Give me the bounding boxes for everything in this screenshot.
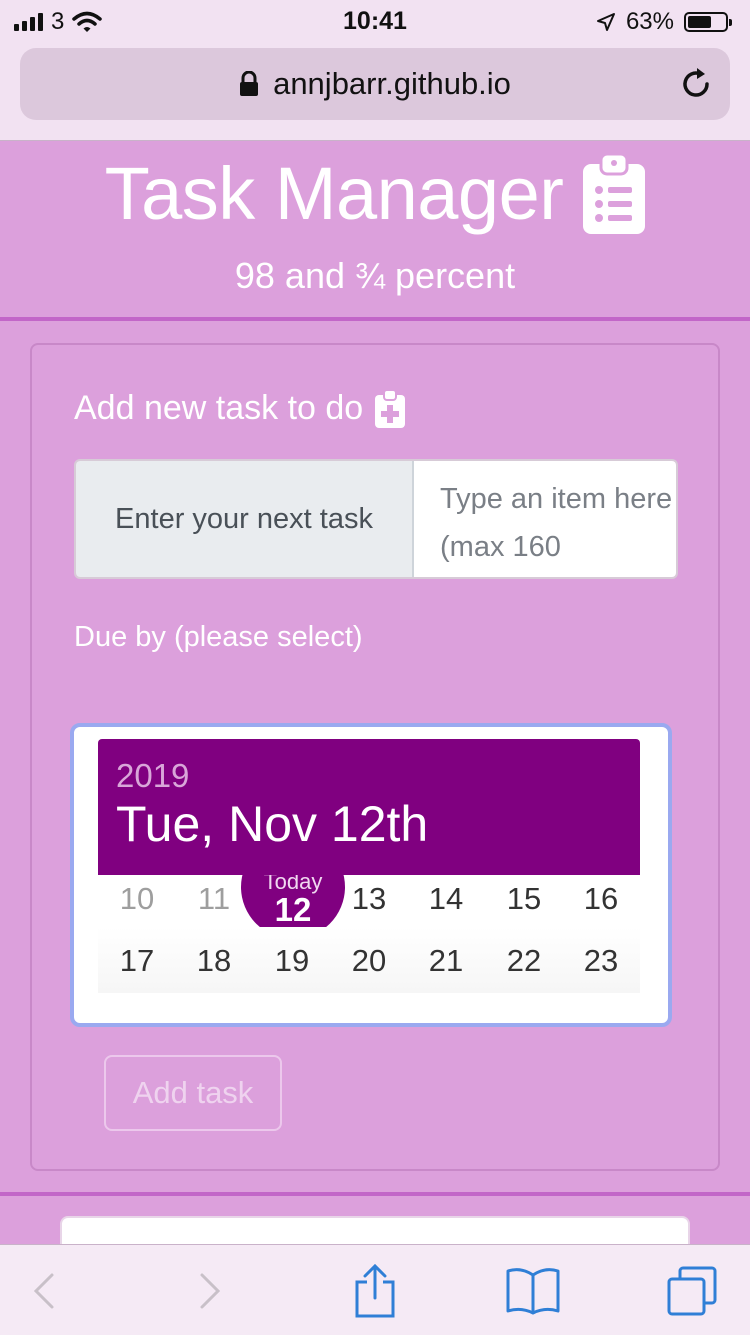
week-row: 10 11 Today 12 13 14 15 16: [98, 835, 640, 939]
page-title: Task Manager: [104, 152, 564, 235]
add-task-heading: Add new task to do: [74, 389, 406, 428]
date-picker-selected-date: Tue, Nov 12th: [116, 796, 429, 852]
day-cell[interactable]: 23: [562, 943, 640, 979]
date-picker[interactable]: 2019 Tue, Nov 12th 10 11 Today 12 13 14 …: [70, 723, 672, 1027]
day-cell[interactable]: 16: [562, 881, 640, 917]
bookmarks-button[interactable]: [503, 1263, 563, 1319]
page-subtitle: 98 and ¾ percent: [234, 255, 516, 296]
task-input-group: Enter your next task: [74, 459, 678, 579]
status-bar: 3 10:41 63%: [0, 0, 750, 40]
day-cell[interactable]: 14: [407, 881, 485, 917]
tabs-button[interactable]: [662, 1263, 722, 1319]
share-icon: [355, 1264, 395, 1318]
location-arrow-icon: [596, 13, 615, 31]
day-cell[interactable]: 17: [98, 943, 176, 979]
day-cell[interactable]: 20: [330, 943, 408, 979]
task-input[interactable]: [414, 461, 676, 577]
browser-address-area: annjbarr.github.io: [0, 40, 750, 141]
day-cell[interactable]: 18: [175, 943, 253, 979]
reload-icon[interactable]: [678, 66, 714, 102]
tabs-icon: [667, 1266, 717, 1316]
share-button[interactable]: [345, 1263, 405, 1319]
browser-toolbar: [0, 1244, 750, 1335]
status-right: 63%: [596, 8, 732, 36]
task-input-prepend: Enter your next task: [76, 461, 414, 577]
clipboard-list-icon: [583, 153, 646, 234]
back-button[interactable]: [14, 1263, 74, 1319]
date-picker-days: 10 11 Today 12 13 14 15 16 17 18 19 20 2…: [98, 835, 640, 1011]
add-task-card: Add new task to do Enter your next task …: [30, 343, 720, 1171]
day-cell[interactable]: 15: [485, 881, 563, 917]
clipboard-plus-icon: [375, 389, 406, 428]
page-header: Task Manager 98 and ¾ percent: [0, 141, 750, 317]
day-cell[interactable]: 22: [485, 943, 563, 979]
week-row: 17 18 19 20 21 22 23: [98, 927, 640, 993]
title-row: Task Manager: [0, 151, 750, 236]
divider: [0, 317, 750, 321]
battery-fill: [688, 16, 711, 28]
add-task-heading-text: Add new task to do: [74, 389, 364, 427]
add-task-button[interactable]: Add task: [104, 1055, 282, 1131]
due-by-label: Due by (please select): [74, 621, 363, 653]
url-text: annjbarr.github.io: [273, 66, 511, 101]
battery-percent: 63%: [625, 8, 674, 35]
date-picker-header: 2019 Tue, Nov 12th: [98, 739, 640, 875]
day-cell[interactable]: 21: [407, 943, 485, 979]
divider: [0, 1192, 750, 1196]
date-picker-year[interactable]: 2019: [116, 757, 189, 795]
lock-icon: [240, 71, 259, 96]
day-cell[interactable]: 19: [253, 943, 331, 979]
day-cell[interactable]: 10: [98, 881, 176, 917]
battery-icon: [684, 12, 732, 32]
chevron-left-icon: [33, 1273, 54, 1309]
book-icon: [506, 1268, 560, 1315]
address-bar[interactable]: annjbarr.github.io: [20, 48, 730, 120]
day-cell[interactable]: 13: [330, 881, 408, 917]
chevron-right-icon: [200, 1273, 221, 1309]
forward-button[interactable]: [180, 1263, 240, 1319]
